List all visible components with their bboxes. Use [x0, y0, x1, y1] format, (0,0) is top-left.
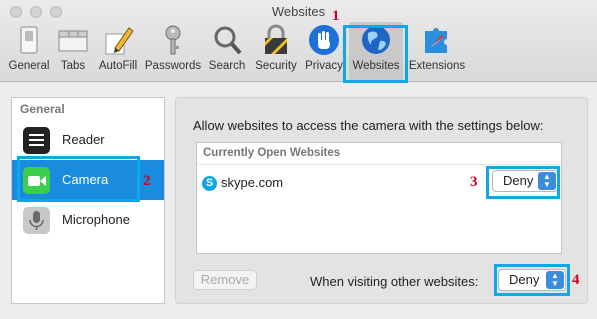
panel-description: Allow websites to access the camera with…: [193, 118, 544, 133]
skype-logo-icon: S: [202, 176, 217, 191]
lock-icon: [259, 24, 293, 56]
pencil-icon: [101, 24, 135, 56]
key-icon: [156, 24, 190, 56]
toolbar-search[interactable]: Search: [206, 22, 248, 80]
tabs-icon: [56, 24, 90, 56]
sidebar-item-label: Reader: [62, 132, 105, 147]
annotation-number: 3: [470, 174, 478, 190]
toolbar-passwords[interactable]: Passwords: [144, 22, 202, 80]
toolbar-label: Passwords: [144, 60, 202, 72]
list-header: Currently Open Websites: [197, 143, 561, 165]
toolbar-label: Tabs: [60, 60, 86, 72]
toolbar-label: General: [8, 60, 50, 72]
general-switch-icon: [12, 24, 46, 56]
magnifier-icon: [210, 24, 244, 56]
toolbar-tabs[interactable]: Tabs: [54, 22, 92, 80]
other-select-highlight-box: [494, 264, 570, 296]
annotation-number: 2: [143, 173, 151, 189]
toolbar-general[interactable]: General: [6, 22, 52, 80]
reader-icon: [23, 127, 50, 154]
puzzle-icon: [420, 24, 454, 56]
remove-button[interactable]: Remove: [193, 270, 257, 290]
toolbar-security[interactable]: Security: [252, 22, 300, 80]
websites-highlight-box: [343, 25, 408, 83]
sidebar-item-reader[interactable]: Reader: [12, 120, 164, 160]
toolbar-extensions[interactable]: Extensions: [406, 22, 468, 80]
toolbar-privacy[interactable]: Privacy: [303, 22, 345, 80]
sidebar-header: General: [20, 102, 65, 116]
toolbar-autofill[interactable]: AutoFill: [95, 22, 141, 80]
toolbar-label: Extensions: [408, 60, 466, 72]
sidebar-item-label: Microphone: [62, 212, 130, 227]
microphone-icon: [23, 207, 50, 234]
hand-icon: [307, 24, 341, 56]
toolbar-label: Search: [208, 60, 246, 72]
toolbar-label: AutoFill: [98, 60, 138, 72]
camera-highlight-box: [17, 156, 140, 202]
site-name: skype.com: [221, 175, 284, 190]
toolbar-label: Security: [255, 60, 297, 72]
toolbar-label: Privacy: [305, 60, 343, 72]
sidebar-item-microphone[interactable]: Microphone: [12, 200, 164, 240]
annotation-number: 4: [572, 272, 580, 288]
other-websites-label: When visiting other websites:: [310, 274, 479, 289]
window-title: Websites: [271, 4, 326, 19]
annotation-number: 1: [332, 8, 340, 24]
site-select-highlight-box: [486, 166, 560, 199]
